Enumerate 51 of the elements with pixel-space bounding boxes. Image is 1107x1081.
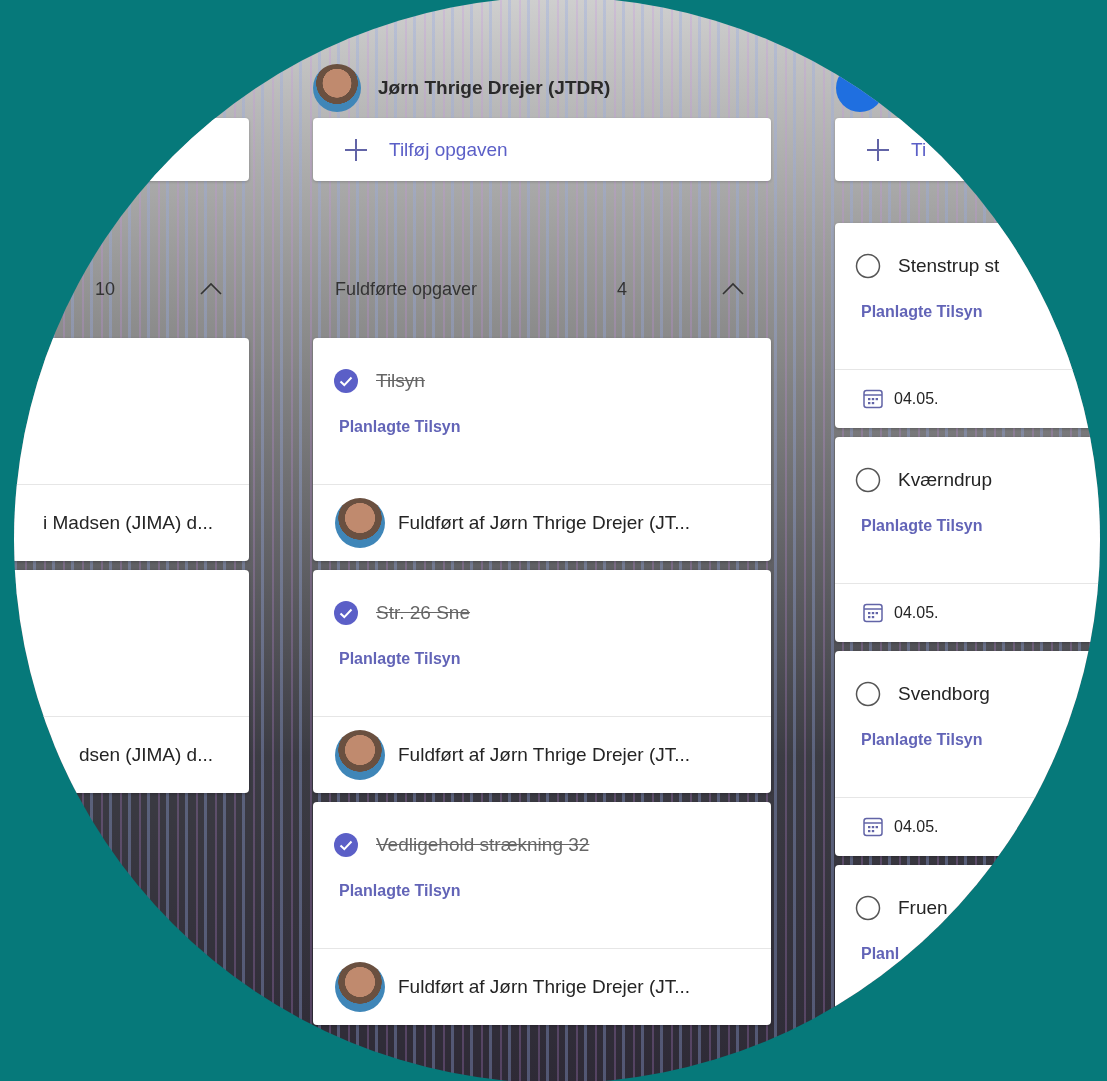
task-card[interactable]: Tilsyn Planlagte Tilsyn Fuldført af Jørn Thrige Drejer (JT... (313, 338, 771, 561)
task-count: 10 (95, 278, 117, 300)
bucket-name: Fuldførte opgaver (335, 278, 479, 300)
calendar-icon (862, 602, 884, 624)
task-title: Kværndrup (898, 469, 992, 491)
completed-by-text: i Madsen (JIMA) d... (43, 512, 213, 534)
task-title: Fruen (898, 897, 948, 919)
completed-by-text: Fuldført af Jørn Thrige Drejer (JT... (398, 512, 691, 534)
completed-by-text: Fuldført af Jørn Thrige Drejer (JT... (398, 976, 691, 998)
task-card[interactable]: Vedligehold strækning 32 Planlagte Tilsyn Fuldført af Jørn Thrige Drejer (JT... (313, 802, 771, 1025)
task-title: Stenstrup st (898, 255, 1000, 277)
completed-by-text: Fuldført af Jørn Thrige Drejer (JT... (398, 744, 691, 766)
task-card[interactable]: i Madsen (JIMA) d... (14, 338, 249, 561)
completed-by-text: dsen (JIMA) d... (78, 744, 213, 766)
empty-circle-icon[interactable] (855, 467, 881, 493)
avatar (313, 64, 361, 112)
plus-icon (343, 136, 369, 163)
category-label: Planlagte Tilsyn (339, 650, 462, 668)
due-date: 04.05. (894, 818, 939, 836)
category-label: Planlagte Tilsyn (339, 882, 462, 900)
assignee-name: Jørn Thrige Drejer (JTDR) (378, 77, 611, 99)
calendar-icon (862, 816, 884, 838)
category-label: Planl (861, 945, 901, 963)
task-title: Tilsyn (376, 370, 425, 392)
empty-circle-icon[interactable] (855, 253, 881, 279)
add-task-button[interactable]: Tilføj opgaven (313, 118, 771, 181)
avatar (335, 962, 385, 1012)
task-title: Vedligehold strækning 32 (376, 834, 590, 856)
category-label: Planlagte Tilsyn (861, 303, 984, 321)
due-date: 04.05. (894, 390, 939, 408)
category-label: Planlagte Tilsyn (339, 418, 462, 436)
task-card[interactable]: Kværndrup Planlagte Tilsyn 04.05. (835, 437, 1100, 642)
plus-icon (865, 136, 891, 163)
task-card[interactable]: dsen (JIMA) d... (14, 570, 249, 793)
task-title: Svendborg (898, 683, 990, 705)
chevron-up-icon[interactable] (199, 282, 223, 296)
empty-circle-icon[interactable] (855, 681, 881, 707)
checked-circle-icon[interactable] (333, 832, 359, 858)
checked-circle-icon[interactable] (333, 600, 359, 626)
category-label: Planlagte Tilsyn (861, 517, 984, 535)
task-title: Str. 26 Sne (376, 602, 470, 624)
due-date: 04.05. (894, 604, 939, 622)
checked-circle-icon[interactable] (333, 368, 359, 394)
avatar (335, 730, 385, 780)
empty-circle-icon[interactable] (855, 895, 881, 921)
avatar (335, 498, 385, 548)
task-count: 4 (617, 278, 628, 300)
task-card[interactable]: Str. 26 Sne Planlagte Tilsyn Fuldført af Jørn Thrige Drejer (JT... (313, 570, 771, 793)
chevron-up-icon[interactable] (721, 282, 745, 296)
calendar-icon (862, 388, 884, 410)
category-label: Planlagte Tilsyn (861, 731, 984, 749)
